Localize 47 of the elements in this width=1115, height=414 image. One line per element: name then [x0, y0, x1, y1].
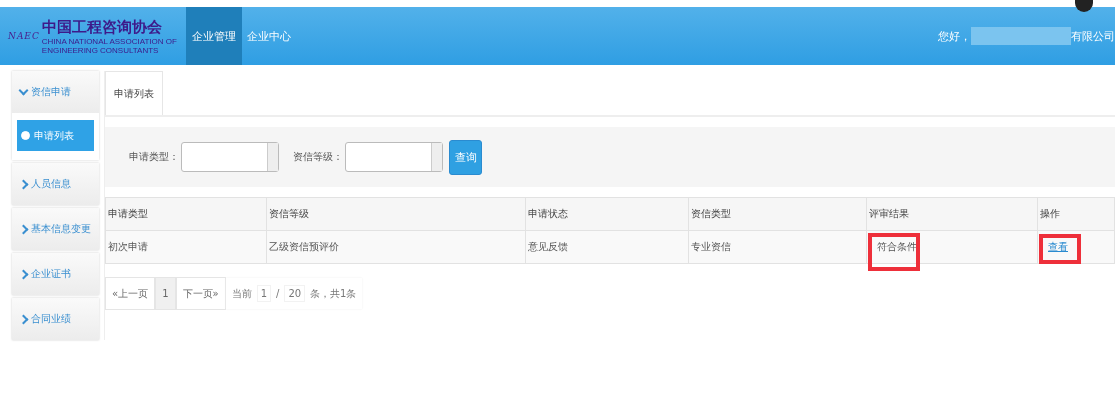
- sidebar-group[interactable]: 基本信息变更: [12, 208, 99, 250]
- view-link[interactable]: 查看: [1048, 241, 1068, 252]
- sidebar-group[interactable]: 企业证书: [12, 253, 99, 295]
- table-cell: 专业资信: [691, 241, 731, 252]
- filter-label: 申请类型：: [129, 150, 179, 164]
- logo-title: 中国工程咨询协会: [41, 17, 163, 37]
- company-suffix: 有限公司: [1071, 28, 1115, 44]
- page-number[interactable]: 1: [155, 277, 176, 310]
- circle-icon: [21, 131, 30, 140]
- column-header: 操作: [1037, 197, 1115, 231]
- column-header: 资信等级: [266, 197, 526, 231]
- column-header: 申请状态: [525, 197, 689, 231]
- sidebar-item-label: 申请列表: [34, 128, 74, 143]
- sidebar-label: 合同业绩: [31, 312, 71, 326]
- page-size-field[interactable]: 20: [284, 285, 306, 302]
- column-header: 资信类型: [688, 197, 867, 231]
- tab[interactable]: 申请列表: [105, 71, 163, 115]
- filter-label: 资信等级：: [293, 150, 343, 164]
- table-cell: 符合条件: [877, 241, 917, 252]
- dropdown-field[interactable]: [345, 142, 443, 172]
- dropdown-field[interactable]: [181, 142, 279, 172]
- table-cell: 乙级资信预评价: [269, 241, 339, 252]
- sidebar-group[interactable]: 人员信息: [12, 163, 99, 205]
- sidebar-label: 基本信息变更: [31, 222, 91, 236]
- logo-subtitle: CHINA NATIONAL ASSOCIATION OF ENGINEERING CONSULTANTS: [41, 37, 178, 55]
- avatar-icon[interactable]: [1075, 0, 1093, 12]
- page-info-label: 当前: [231, 286, 252, 301]
- table-cell: 初次申请: [108, 241, 148, 252]
- nav-tab[interactable]: 企业中心: [242, 7, 296, 65]
- greeting-text: 您好，: [938, 28, 971, 44]
- column-header: 评审结果: [866, 197, 1038, 231]
- sidebar-item[interactable]: 申请列表: [17, 120, 94, 151]
- logo-mark: NAEC: [8, 31, 40, 41]
- table-cell: 意见反馈: [528, 241, 568, 252]
- sidebar-group[interactable]: 合同业绩: [12, 298, 99, 340]
- search-button[interactable]: 查询: [449, 139, 482, 175]
- sidebar-group[interactable]: 资信申请: [12, 71, 99, 113]
- sidebar-label: 资信申请: [31, 85, 71, 99]
- next-page-button[interactable]: 下一页»: [175, 277, 226, 310]
- column-header: 申请类型: [105, 197, 267, 231]
- previous-page-button[interactable]: «上一页: [105, 277, 156, 310]
- sidebar-label: 人员信息: [31, 177, 71, 191]
- record-summary: 条，共1条: [310, 286, 357, 301]
- separator-text: /: [276, 288, 280, 299]
- sidebar-label: 企业证书: [31, 267, 71, 281]
- current-page-field[interactable]: 1: [256, 285, 271, 302]
- nav-tab[interactable]: 企业管理: [186, 7, 242, 65]
